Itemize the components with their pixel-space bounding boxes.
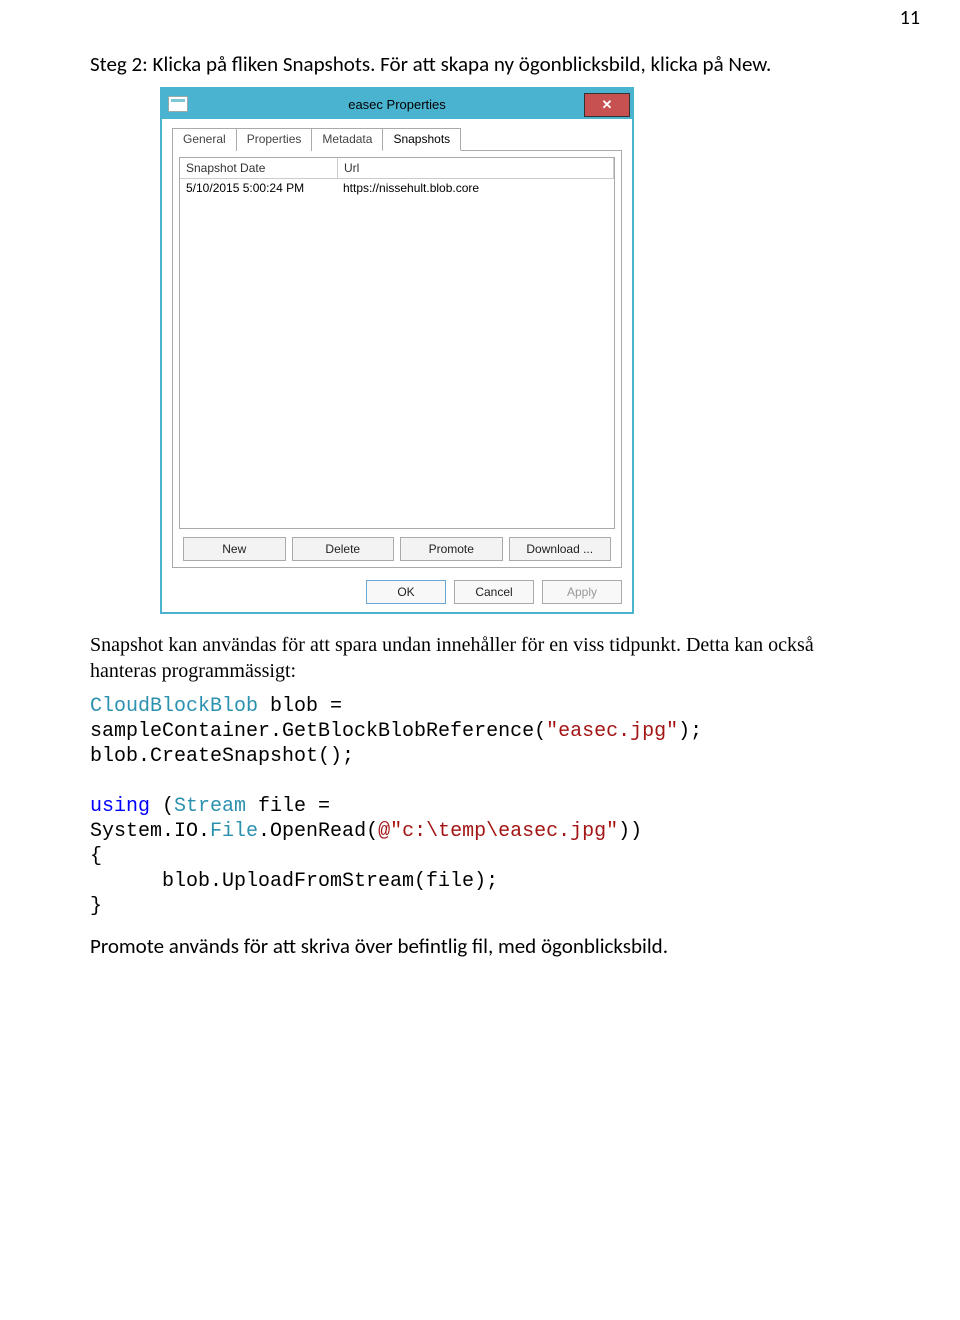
code-type: File	[210, 820, 258, 843]
dialog-body: General Properties Metadata Snapshots Sn…	[162, 119, 632, 574]
step-instruction: Steg 2: Klicka på fliken Snapshots. För …	[90, 50, 870, 79]
download-button[interactable]: Download ...	[509, 537, 612, 561]
code-text: blob =	[258, 695, 354, 718]
new-button[interactable]: New	[183, 537, 286, 561]
code-string: @"c:\temp\easec.jpg"	[378, 820, 618, 843]
list-header: Snapshot Date Url	[180, 158, 614, 179]
code-text: blob.CreateSnapshot();	[90, 745, 354, 768]
list-row[interactable]: 5/10/2015 5:00:24 PM https://nissehult.b…	[180, 179, 614, 197]
properties-dialog: easec Properties ✕ General Properties Me…	[160, 87, 634, 614]
tab-metadata[interactable]: Metadata	[311, 128, 383, 151]
code-text: (	[150, 795, 174, 818]
code-text: ))	[618, 820, 642, 843]
cell-date: 5/10/2015 5:00:24 PM	[180, 179, 337, 197]
paragraph-promote: Promote används för att skriva över befi…	[90, 933, 870, 959]
code-string: "easec.jpg"	[546, 720, 678, 743]
code-text: System.IO.	[90, 820, 210, 843]
snapshot-button-row: New Delete Promote Download ...	[179, 537, 615, 561]
code-text: .OpenRead(	[258, 820, 378, 843]
tab-strip: General Properties Metadata Snapshots	[172, 127, 622, 151]
window-title: easec Properties	[162, 97, 632, 112]
ok-button[interactable]: OK	[366, 580, 446, 604]
cancel-button[interactable]: Cancel	[454, 580, 534, 604]
code-text: }	[90, 895, 102, 918]
code-text: );	[678, 720, 702, 743]
code-text: file =	[246, 795, 342, 818]
tab-content: Snapshot Date Url 5/10/2015 5:00:24 PM h…	[172, 151, 622, 568]
code-text: blob.UploadFromStream(file);	[90, 870, 498, 893]
tab-properties[interactable]: Properties	[236, 128, 313, 151]
tab-snapshots[interactable]: Snapshots	[382, 128, 461, 151]
tab-general[interactable]: General	[172, 128, 237, 151]
promote-button[interactable]: Promote	[400, 537, 503, 561]
col-snapshot-date[interactable]: Snapshot Date	[180, 158, 338, 178]
code-text: {	[90, 845, 102, 868]
code-keyword: using	[90, 795, 150, 818]
snapshot-list[interactable]: Snapshot Date Url 5/10/2015 5:00:24 PM h…	[179, 157, 615, 529]
paragraph-snapshot-explain: Snapshot kan användas för att spara unda…	[90, 632, 870, 684]
page-number: 11	[900, 6, 920, 30]
code-block: CloudBlockBlob blob = sampleContainer.Ge…	[90, 694, 870, 919]
col-url[interactable]: Url	[338, 158, 614, 178]
delete-button[interactable]: Delete	[292, 537, 395, 561]
code-text: sampleContainer.GetBlockBlobReference(	[90, 720, 546, 743]
dialog-footer: OK Cancel Apply	[162, 574, 632, 612]
apply-button[interactable]: Apply	[542, 580, 622, 604]
code-type: CloudBlockBlob	[90, 695, 258, 718]
titlebar: easec Properties ✕	[162, 89, 632, 119]
code-type: Stream	[174, 795, 246, 818]
cell-url: https://nissehult.blob.core	[337, 179, 614, 197]
